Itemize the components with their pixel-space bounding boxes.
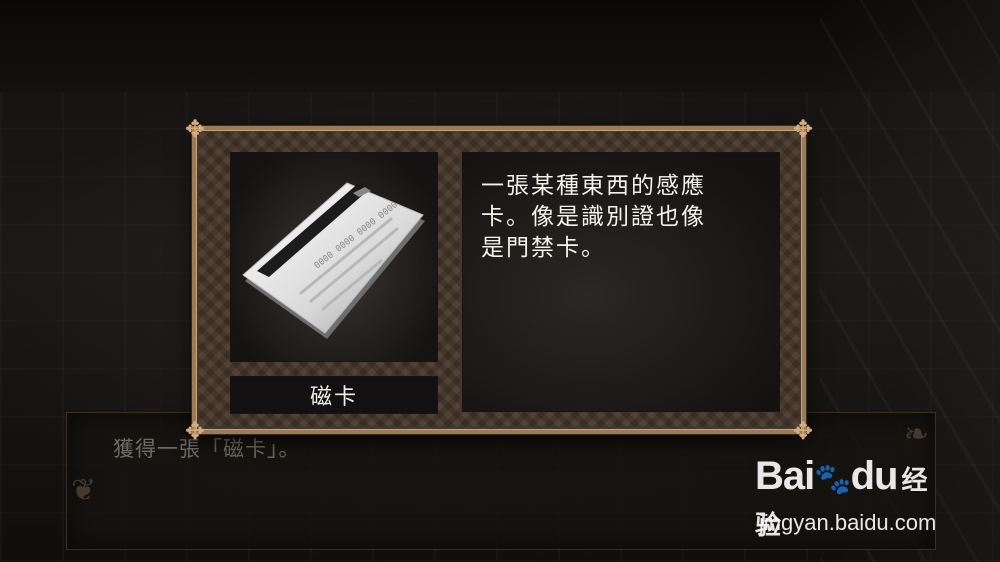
- ornament-right-icon: ❧: [903, 417, 929, 452]
- item-image-box: 0000 0000 0000 0000: [230, 152, 438, 362]
- item-name: 磁卡: [309, 385, 358, 410]
- description-line: 一張某種東西的感應: [481, 173, 706, 199]
- corner-ornament-icon: ✥: [184, 417, 206, 445]
- corner-ornament-icon: ✥: [792, 417, 814, 445]
- description-line: 是門禁卡。: [481, 235, 606, 261]
- paw-icon: 🐾: [814, 463, 851, 496]
- magnetic-card-icon: 0000 0000 0000 0000: [242, 181, 425, 339]
- corner-ornament-icon: ✥: [184, 115, 206, 143]
- watermark-url: jingyan.baidu.com: [759, 510, 937, 535]
- watermark-logo-text: Bai: [755, 454, 815, 498]
- baidu-watermark: Bai🐾du 经验 jingyan.baidu.com: [755, 454, 945, 544]
- ornament-left-icon: ❦: [71, 473, 97, 508]
- item-name-box: 磁卡: [230, 376, 438, 414]
- description-line: 卡。像是識別證也像: [481, 204, 706, 230]
- item-info-panel: ✥ ✥ ✥ ✥ 0000 0000 0000 0000 磁卡 一張某種東西的感應…: [185, 116, 813, 444]
- item-description-box: 一張某種東西的感應 卡。像是識別證也像 是門禁卡。: [462, 152, 780, 412]
- corner-ornament-icon: ✥: [792, 115, 814, 143]
- watermark-logo-tail: du: [850, 454, 899, 498]
